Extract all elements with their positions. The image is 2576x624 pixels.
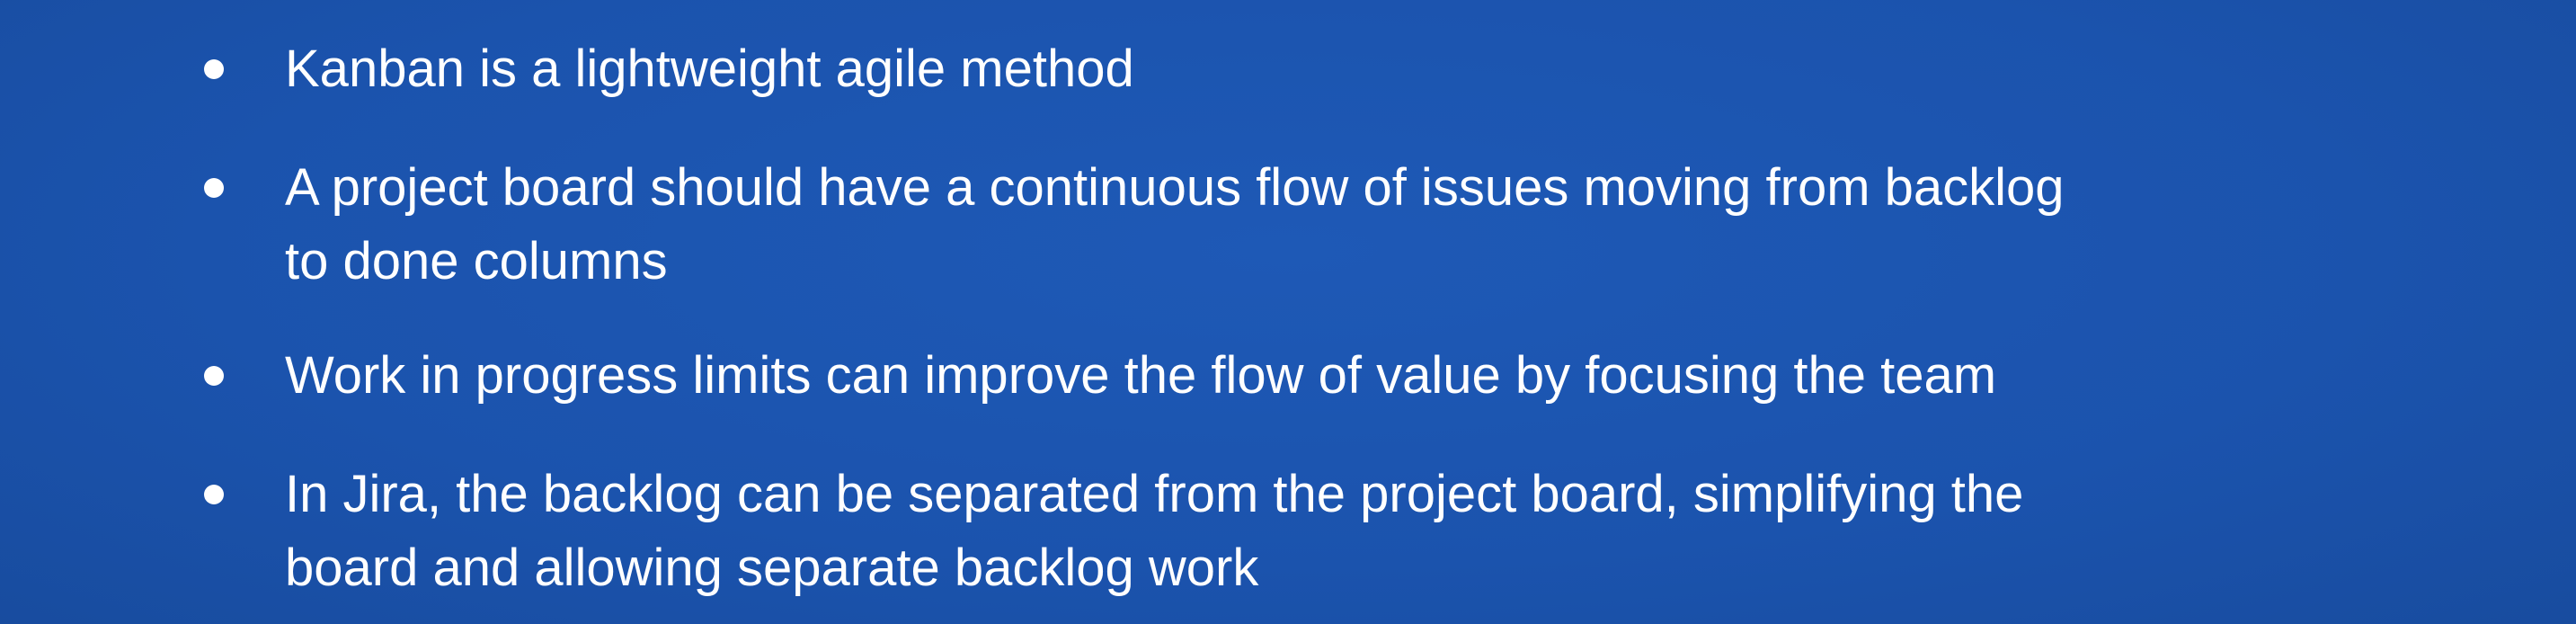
bullet-text: A project board should have a continuous… — [285, 151, 2424, 299]
slide: Kanban is a lightweight agile method A p… — [0, 0, 2576, 624]
bullet-dot-icon — [204, 59, 224, 79]
bullet-text: Kanban is a lightweight agile method — [285, 32, 2424, 106]
bullet-line: board and allowing separate backlog work — [285, 539, 1259, 597]
bullet-line: A project board should have a continuous… — [285, 158, 2065, 217]
bullet-dot-icon — [204, 178, 224, 198]
bullet-dot-icon — [204, 485, 224, 504]
bullet-line: to done columns — [285, 232, 668, 290]
bullet-text: In Jira, the backlog can be separated fr… — [285, 458, 2424, 605]
bullet-dot-icon — [204, 366, 224, 386]
bullet-line: Work in progress limits can improve the … — [285, 346, 1997, 405]
bullet-line: In Jira, the backlog can be separated fr… — [285, 465, 2024, 523]
bullet-line: Kanban is a lightweight agile method — [285, 40, 1134, 98]
bullet-text: Work in progress limits can improve the … — [285, 339, 2424, 413]
